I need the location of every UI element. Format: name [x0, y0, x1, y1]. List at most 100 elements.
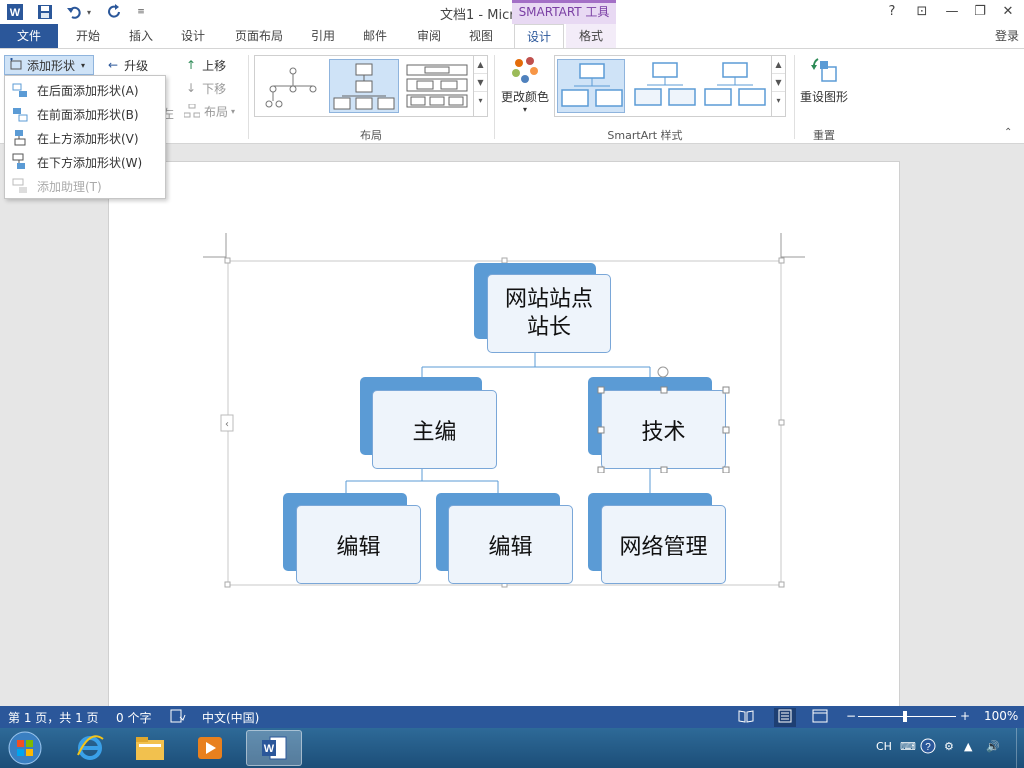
tab-file[interactable]: 文件 [0, 24, 58, 48]
signin-link[interactable]: 登录 [990, 24, 1024, 48]
keyboard-icon[interactable]: ⌨ [900, 740, 916, 753]
add-shape-menu: 在后面添加形状(A) 在前面添加形状(B) 在上方添加形状(V) 在下方添加形状… [4, 75, 166, 199]
style-option-1[interactable] [557, 59, 625, 113]
style-option-2[interactable] [631, 59, 699, 113]
style-option-3[interactable] [703, 59, 769, 113]
collapse-ribbon-icon[interactable]: ⌃ [1004, 127, 1012, 138]
language-indicator[interactable]: 中文(中国) [202, 709, 259, 726]
layout-button[interactable]: 布局 ▾ [184, 101, 235, 121]
scroll-down-icon[interactable]: ▼ [474, 74, 487, 92]
scroll-down-icon[interactable]: ▼ [772, 74, 785, 92]
undo-dropdown-icon[interactable]: ▾ [84, 2, 94, 22]
layout-label: 布局 [204, 104, 229, 119]
help-button[interactable]: ? [880, 2, 904, 22]
move-up-arrow-icon: ↑ [186, 58, 197, 72]
scroll-up-icon[interactable]: ▲ [772, 56, 785, 74]
node-editor1[interactable]: 编辑 [296, 505, 421, 584]
node-editor-in-chief[interactable]: 主编 [372, 390, 497, 469]
menu-add-assistant[interactable]: 添加助理(T) [5, 174, 165, 198]
read-mode-icon[interactable] [738, 709, 754, 726]
move-up-button[interactable]: ↑ 上移 [186, 55, 226, 75]
tab-references[interactable]: 引用 [300, 24, 346, 48]
reset-graphic-button[interactable]: 重设图形 [798, 55, 850, 119]
zoom-out-button[interactable]: − [846, 709, 856, 723]
node-root[interactable]: 网站站点 站长 [487, 274, 611, 353]
ribbon-display-options-button[interactable]: ⊡ [910, 2, 934, 22]
tab-page-layout[interactable]: 页面布局 [226, 24, 292, 48]
tab-smartart-format[interactable]: 格式 [566, 24, 616, 48]
change-colors-button[interactable]: 更改颜色 ▾ [500, 55, 550, 119]
node-network[interactable]: 网络管理 [601, 505, 726, 584]
menu-add-shape-above[interactable]: 在上方添加形状(V) [5, 126, 165, 150]
change-colors-label: 更改颜色 [500, 90, 549, 104]
zoom-slider[interactable] [858, 716, 956, 717]
styles-gallery-scroller[interactable]: ▲ ▼ ▾ [771, 56, 785, 116]
move-up-label: 上移 [202, 58, 227, 73]
help-tray-icon[interactable]: ? [920, 738, 936, 757]
node-editor2[interactable]: 编辑 [448, 505, 573, 584]
show-desktop-button[interactable] [1016, 728, 1024, 768]
taskbar-explorer[interactable] [122, 730, 178, 766]
change-colors-dropdown-icon: ▾ [522, 105, 527, 114]
redo-icon[interactable] [104, 2, 126, 22]
maximize-button[interactable]: ❐ [968, 2, 992, 22]
proofing-icon[interactable] [170, 709, 186, 726]
minimize-button[interactable]: — [940, 2, 964, 22]
close-button[interactable]: ✕ [996, 2, 1020, 22]
node-editor1-label: 编辑 [336, 534, 381, 560]
styles-group-label: SmartArt 样式 [607, 129, 683, 142]
node-root-line1: 网站站点 [504, 286, 593, 312]
tab-design[interactable]: 设计 [170, 24, 216, 48]
tab-insert[interactable]: 插入 [118, 24, 164, 48]
smartart-graphic[interactable]: ‹ [0, 145, 1024, 706]
scroll-up-icon[interactable]: ▲ [474, 56, 487, 74]
word-count[interactable]: 0 个字 [116, 709, 151, 726]
zoom-level[interactable]: 100% [984, 709, 1018, 723]
taskbar-word[interactable]: W [246, 730, 302, 766]
undo-icon[interactable] [64, 2, 86, 22]
menu-add-shape-before[interactable]: 在前面添加形状(B) [5, 102, 165, 126]
taskbar-media-player[interactable] [182, 730, 238, 766]
smartart-styles-gallery: ▲ ▼ ▾ [554, 55, 786, 117]
ime-language[interactable]: CH [876, 740, 892, 753]
menu-add-shape-below[interactable]: 在下方添加形状(W) [5, 150, 165, 174]
layout-option-labeled-hierarchy[interactable] [403, 59, 471, 113]
save-icon[interactable] [34, 2, 56, 22]
zoom-in-button[interactable]: + [960, 709, 970, 723]
layouts-group-label: 布局 [360, 129, 382, 142]
customize-qat-icon[interactable]: ≡ [130, 2, 152, 22]
layout-option-org-chart[interactable] [329, 59, 399, 113]
word-icon: W [262, 736, 287, 760]
more-icon[interactable]: ▾ [772, 92, 785, 110]
tab-home[interactable]: 开始 [64, 24, 112, 48]
zoom-slider-thumb[interactable] [903, 711, 907, 722]
tab-view[interactable]: 视图 [458, 24, 504, 48]
tab-smartart-design[interactable]: 设计 [514, 24, 564, 48]
ime-options-icon[interactable]: ⚙ [944, 740, 954, 753]
org-layout-icon [184, 104, 200, 118]
more-icon[interactable]: ▾ [474, 92, 487, 110]
layouts-gallery-scroller[interactable]: ▲ ▼ ▾ [473, 56, 487, 116]
smartart-tools-label: SMARTART 工具 [512, 0, 616, 24]
move-down-arrow-icon: ↓ [186, 81, 197, 95]
layout-option-hierarchy[interactable] [259, 59, 327, 113]
tab-mailings[interactable]: 邮件 [352, 24, 398, 48]
menu-add-shape-after[interactable]: 在后面添加形状(A) [5, 78, 165, 102]
show-hidden-icons[interactable]: ▲ [964, 740, 972, 753]
promote-button[interactable]: ← 升级 [108, 55, 148, 75]
add-shape-dropdown-icon: ▾ [81, 60, 86, 70]
selection-handles[interactable] [595, 363, 735, 473]
volume-icon[interactable]: 🔊 [986, 740, 1000, 753]
web-layout-icon[interactable] [812, 709, 828, 726]
add-shape-button[interactable]: 添加形状 ▾ [4, 55, 94, 75]
tab-review[interactable]: 审阅 [406, 24, 452, 48]
word-app-icon[interactable]: W [4, 2, 26, 22]
group-separator [248, 55, 249, 139]
print-layout-icon[interactable] [774, 708, 796, 727]
node-editor-in-chief-label: 主编 [412, 419, 457, 445]
taskbar-ie[interactable] [62, 730, 118, 766]
layouts-gallery: ▲ ▼ ▾ [254, 55, 488, 117]
page-count[interactable]: 第 1 页，共 1 页 [8, 709, 99, 726]
start-button[interactable] [0, 730, 50, 766]
move-down-button[interactable]: ↓ 下移 [186, 78, 226, 98]
